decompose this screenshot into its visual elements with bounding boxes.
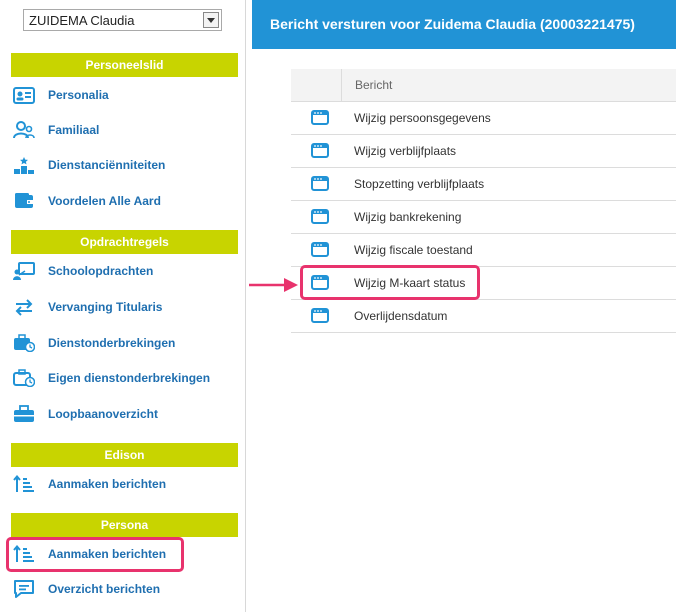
message-icon	[12, 578, 36, 600]
podium-icon	[12, 154, 36, 176]
section-header-persona: Persona	[11, 513, 238, 537]
table-header: Bericht	[291, 69, 676, 102]
sidebar-item-voordelen-alle-aard[interactable]: Voordelen Alle Aard	[12, 187, 237, 215]
message-table: Bericht Wijzig persoonsgegevens Wijzig v…	[291, 69, 676, 333]
window-icon	[311, 110, 329, 125]
sidebar-item-eigen-dienstonderbrekingen[interactable]: Eigen dienstonderbrekingen	[12, 364, 237, 392]
employee-select-value: ZUIDEMA Claudia	[29, 13, 135, 28]
sidebar-item-label: Eigen dienstonderbrekingen	[48, 371, 211, 385]
table-row[interactable]: Wijzig fiscale toestand	[291, 234, 676, 267]
sidebar: ZUIDEMA Claudia Personeelslid Personalia…	[0, 0, 246, 612]
briefcase-clock-icon	[12, 332, 36, 354]
family-icon	[12, 119, 36, 141]
sort-list-icon	[12, 473, 36, 495]
row-label: Wijzig M-kaart status	[354, 276, 466, 290]
table-row[interactable]: Stopzetting verblijfplaats	[291, 168, 676, 201]
sidebar-item-label: Dienstonderbrekingen	[48, 336, 176, 350]
sidebar-item-label: Dienstanciënniteiten	[48, 158, 166, 172]
page-title: Bericht versturen voor Zuidema Claudia (…	[252, 0, 676, 49]
sort-list-icon	[12, 543, 36, 565]
window-icon	[311, 242, 329, 257]
sidebar-item-label: Overzicht berichten	[48, 582, 161, 596]
sidebar-item-schoolopdrachten[interactable]: Schoolopdrachten	[12, 257, 237, 285]
sidebar-item-dienstancienniteiten[interactable]: Dienstanciënniteiten	[12, 151, 237, 179]
window-icon	[311, 209, 329, 224]
wallet-icon	[12, 190, 36, 212]
id-card-icon	[12, 84, 36, 106]
sidebar-item-persona-aanmaken-berichten[interactable]: Aanmaken berichten	[12, 540, 237, 568]
briefcase-clock-icon	[12, 367, 36, 389]
sidebar-item-label: Vervanging Titularis	[48, 300, 163, 314]
sidebar-item-familiaal[interactable]: Familiaal	[12, 116, 237, 144]
section-header-edison: Edison	[11, 443, 238, 467]
arrow-right-icon	[249, 278, 298, 292]
window-icon	[311, 308, 329, 323]
section-header-personeelslid: Personeelslid	[11, 53, 238, 77]
sidebar-item-personalia[interactable]: Personalia	[12, 81, 237, 109]
row-label: Wijzig verblijfplaats	[354, 144, 457, 158]
sidebar-item-label: Familiaal	[48, 123, 100, 137]
employee-select[interactable]: ZUIDEMA Claudia	[23, 9, 222, 31]
sidebar-item-vervanging-titularis[interactable]: Vervanging Titularis	[12, 293, 237, 321]
table-row[interactable]: Wijzig M-kaart status	[291, 267, 676, 300]
row-label: Wijzig fiscale toestand	[354, 243, 473, 257]
table-row[interactable]: Overlijdensdatum	[291, 300, 676, 333]
table-row[interactable]: Wijzig persoonsgegevens	[291, 102, 676, 135]
row-label: Wijzig bankrekening	[354, 210, 462, 224]
swap-arrows-icon	[12, 296, 36, 318]
briefcase-icon	[12, 403, 36, 425]
sidebar-item-edison-aanmaken-berichten[interactable]: Aanmaken berichten	[12, 470, 237, 498]
sidebar-item-dienstonderbrekingen[interactable]: Dienstonderbrekingen	[12, 329, 237, 357]
sidebar-item-label: Voordelen Alle Aard	[48, 194, 161, 208]
window-icon	[311, 176, 329, 191]
section-header-opdrachtregels: Opdrachtregels	[11, 230, 238, 254]
row-label: Wijzig persoonsgegevens	[354, 111, 491, 125]
row-label: Stopzetting verblijfplaats	[354, 177, 485, 191]
table-row[interactable]: Wijzig bankrekening	[291, 201, 676, 234]
window-icon	[311, 143, 329, 158]
sidebar-item-label: Aanmaken berichten	[48, 477, 167, 491]
sidebar-item-label: Loopbaanoverzicht	[48, 407, 159, 421]
teacher-board-icon	[12, 260, 36, 282]
column-header-bericht[interactable]: Bericht	[341, 69, 675, 101]
sidebar-item-label: Aanmaken berichten	[48, 547, 167, 561]
sidebar-item-overzicht-berichten[interactable]: Overzicht berichten	[12, 575, 237, 603]
row-label: Overlijdensdatum	[354, 309, 448, 323]
chevron-down-icon[interactable]	[203, 12, 219, 28]
sidebar-item-label: Schoolopdrachten	[48, 264, 154, 278]
sidebar-item-loopbaanoverzicht[interactable]: Loopbaanoverzicht	[12, 400, 237, 428]
sidebar-item-label: Personalia	[48, 88, 109, 102]
window-icon	[311, 275, 329, 290]
table-row[interactable]: Wijzig verblijfplaats	[291, 135, 676, 168]
